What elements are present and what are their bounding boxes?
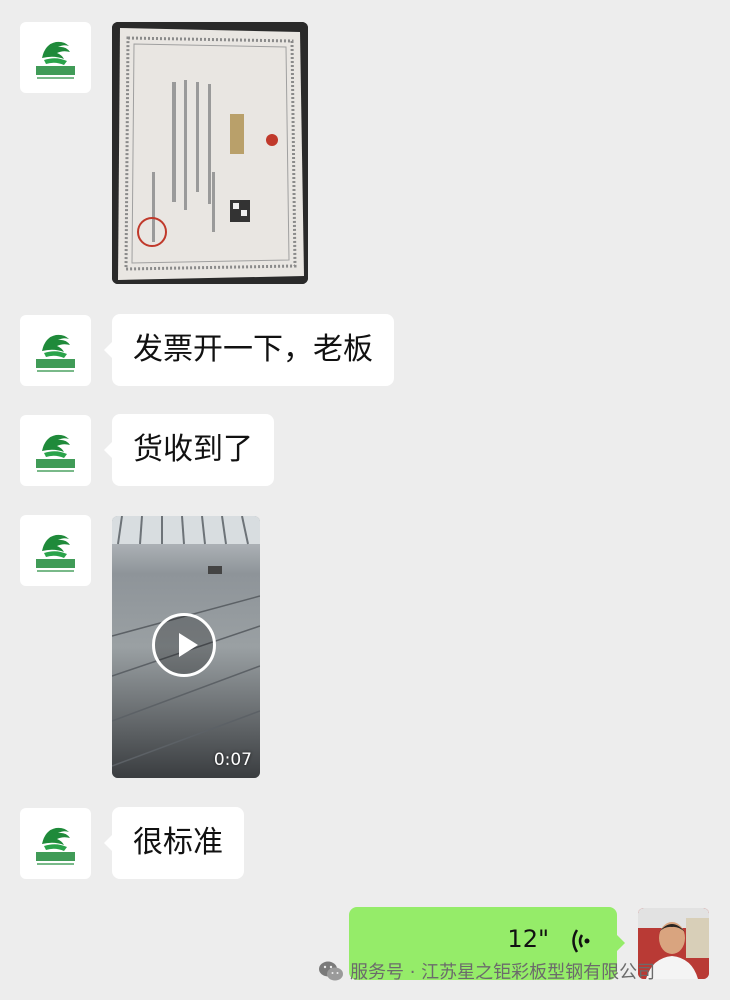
video-message[interactable]: 0:07 [112,516,260,778]
sender-avatar[interactable] [20,22,91,93]
watermark-text: 服务号 · 江苏星之钜彩板型钢有限公司 [350,962,656,983]
voice-duration: 12" [507,925,549,953]
wechat-icon [319,961,343,981]
yunxing-logo-icon [36,534,75,572]
yunxing-logo-icon [36,827,75,865]
text-message[interactable]: 很标准 [104,807,244,879]
business-license-image [112,22,308,284]
play-button-icon[interactable] [152,613,216,677]
sender-avatar[interactable] [20,808,91,879]
text-message[interactable]: 发票开一下，老板 [104,314,394,386]
sender-avatar[interactable] [20,415,91,486]
message-text: 发票开一下，老板 [133,332,373,367]
text-message[interactable]: 货收到了 [104,414,274,486]
sender-avatar[interactable] [20,315,91,386]
yunxing-logo-icon [36,41,75,79]
image-message-business-license[interactable] [112,22,308,284]
sender-avatar[interactable] [20,515,91,586]
voice-wave-icon [572,929,590,953]
message-text: 很标准 [133,825,223,860]
yunxing-logo-icon [36,334,75,372]
watermark: 服务号 · 江苏星之钜彩板型钢有限公司 [318,958,655,984]
yunxing-logo-icon [36,434,75,472]
video-duration: 0:07 [213,750,252,770]
message-text: 货收到了 [133,432,253,467]
